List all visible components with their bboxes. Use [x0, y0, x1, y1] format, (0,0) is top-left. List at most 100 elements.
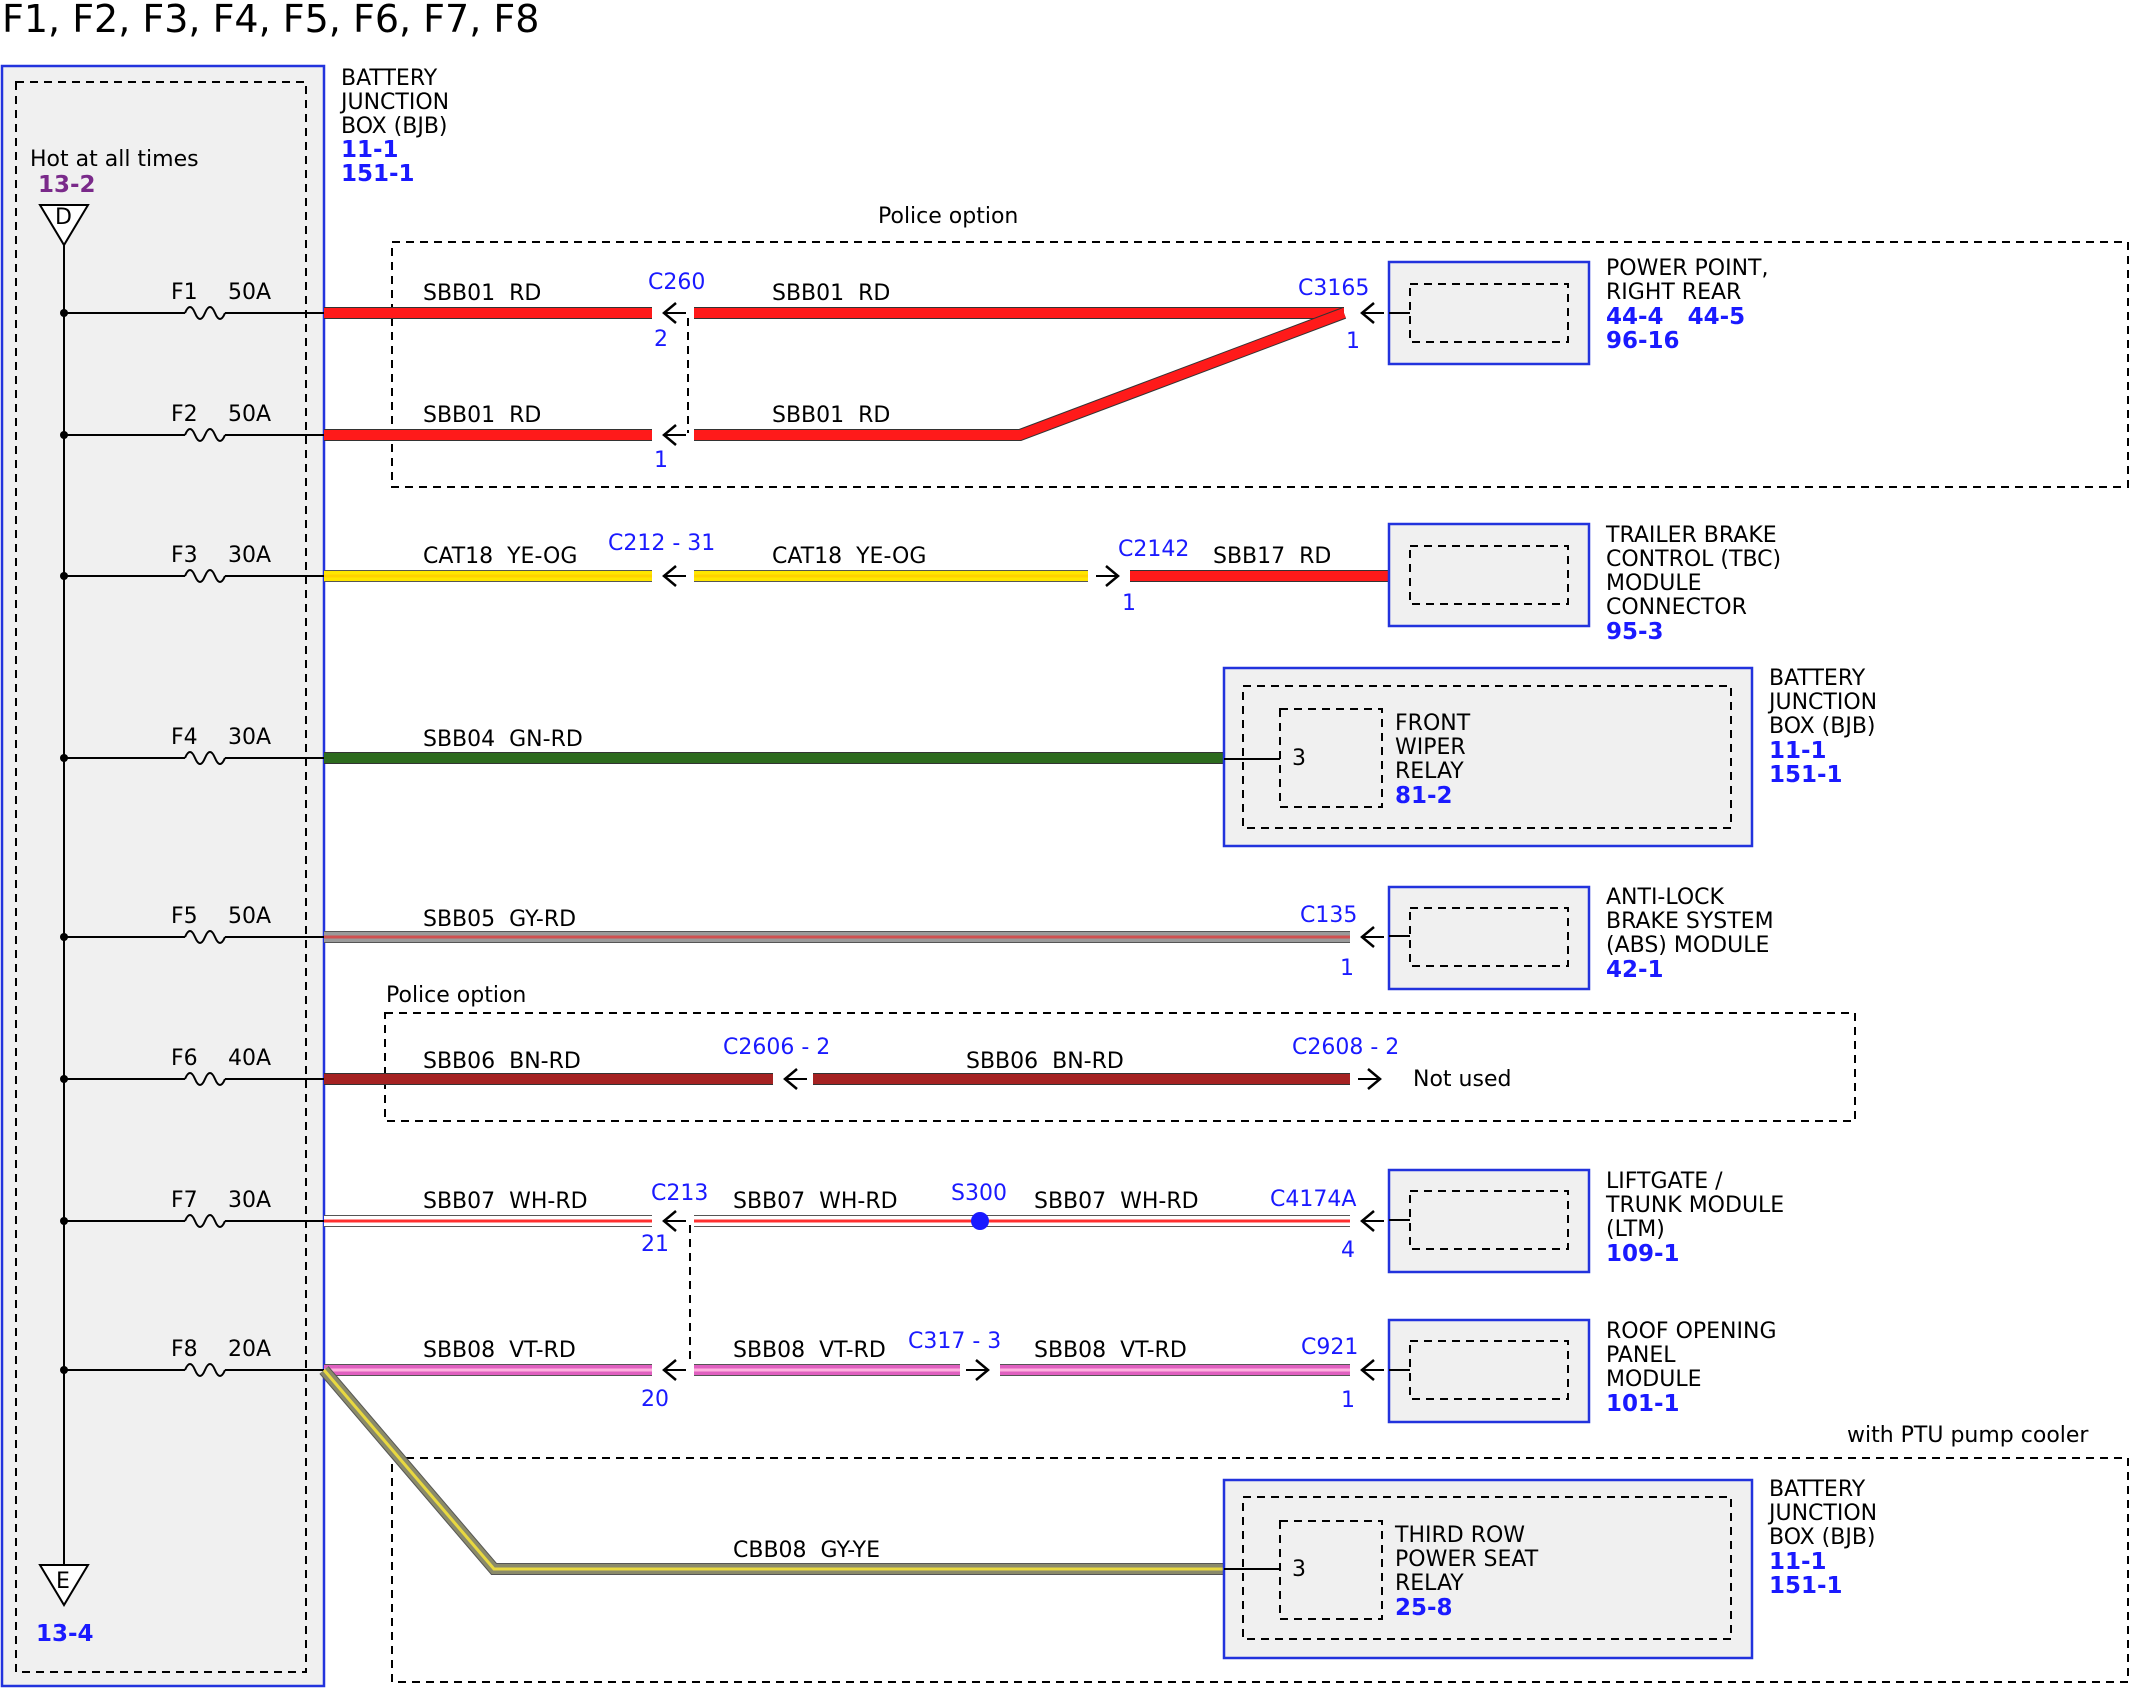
power-point-label-2: RIGHT REAR	[1606, 280, 1741, 305]
wiring-diagram: F1, F2, F3, F4, F5, F6, F7, F8 BATTERY J…	[0, 0, 2129, 1688]
bjb-seat-label-3: BOX (BJB)	[1769, 1525, 1876, 1550]
c213-pin-21: 21	[641, 1232, 669, 1257]
c135-pin: 1	[1340, 956, 1354, 981]
wire-label-f6-left: SBB06 BN-RD	[423, 1049, 581, 1074]
connector-c212[interactable]: C212 - 31	[608, 531, 715, 556]
police-option-label-1: Police option	[878, 204, 1018, 229]
connector-c2606[interactable]: C2606 - 2	[723, 1035, 830, 1060]
tbc-label-3: MODULE	[1606, 571, 1702, 596]
connector-c2142[interactable]: C2142	[1118, 537, 1189, 562]
bjb-label-line-3: BOX (BJB)	[341, 114, 448, 139]
fuse-name-f8: F8	[171, 1337, 198, 1362]
bjb-seat-label-2: JUNCTION	[1767, 1501, 1877, 1526]
wire-label-f3-a: CAT18 YE-OG	[423, 544, 577, 569]
bjb-seat-ref-1[interactable]: 11-1	[1769, 1549, 1827, 1575]
c260-pin-1: 1	[654, 448, 668, 473]
c213-pin-20: 20	[641, 1387, 669, 1412]
bottom-ref[interactable]: 13-4	[36, 1621, 94, 1647]
not-used-label: Not used	[1413, 1067, 1511, 1092]
fuse-name-f1: F1	[171, 280, 198, 305]
bjb-label-line-2: JUNCTION	[339, 90, 449, 115]
roof-label-2: PANEL	[1606, 1343, 1676, 1368]
fuse-amps-f2: 50A	[228, 402, 271, 427]
bjb-ref-1[interactable]: 11-1	[341, 137, 399, 163]
wire-label-f5: SBB05 GY-RD	[423, 907, 576, 932]
power-point-label-1: POWER POINT,	[1606, 256, 1768, 281]
connector-c135[interactable]: C135	[1300, 903, 1357, 928]
roof-label-1: ROOF OPENING	[1606, 1319, 1777, 1344]
abs-label-2: BRAKE SYSTEM	[1606, 909, 1774, 934]
fuse-amps-f7: 30A	[228, 1188, 271, 1213]
power-point-component: POWER POINT, RIGHT REAR 44-4 44-5 96-16	[1387, 256, 1768, 366]
tbc-label-4: CONNECTOR	[1606, 595, 1747, 620]
fuse-name-f2: F2	[171, 402, 198, 427]
connector-c213[interactable]: C213	[651, 1181, 708, 1206]
seat-relay-ref[interactable]: 25-8	[1395, 1595, 1453, 1621]
abs-label-3: (ABS) MODULE	[1606, 933, 1769, 958]
c921-pin: 1	[1341, 1388, 1355, 1413]
bjb-wiper-ref-2[interactable]: 151-1	[1769, 762, 1843, 788]
wire-label-f8-c: SBB08 VT-RD	[1034, 1338, 1187, 1363]
fuse-name-f3: F3	[171, 543, 198, 568]
tbc-label-2: CONTROL (TBC)	[1606, 547, 1781, 572]
connector-c317[interactable]: C317 - 3	[908, 1329, 1001, 1354]
fuse-amps-f3: 30A	[228, 543, 271, 568]
connector-c921[interactable]: C921	[1301, 1335, 1358, 1360]
bjb-wiper-label-3: BOX (BJB)	[1769, 714, 1876, 739]
abs-component: ANTI-LOCK BRAKE SYSTEM (ABS) MODULE 42-1	[1387, 885, 1774, 991]
power-point-ref-1[interactable]: 44-4 44-5	[1606, 304, 1745, 330]
fuse-amps-f8: 20A	[228, 1337, 271, 1362]
tbc-component: TRAILER BRAKE CONTROL (TBC) MODULE CONNE…	[1387, 522, 1781, 645]
wire-label-f7-c: SBB07 WH-RD	[1034, 1189, 1199, 1214]
s300-splice-dot[interactable]	[971, 1212, 989, 1230]
connector-s300[interactable]: S300	[951, 1181, 1007, 1206]
roof-ref[interactable]: 101-1	[1606, 1391, 1680, 1417]
bjb-ref-2[interactable]: 151-1	[341, 161, 415, 187]
ltm-label-2: TRUNK MODULE	[1605, 1193, 1784, 1218]
wiper-relay-label-1: FRONT	[1395, 711, 1471, 736]
bjb-wiper-ref-1[interactable]: 11-1	[1769, 738, 1827, 764]
wire-label-f2-right: SBB01 RD	[772, 403, 890, 428]
bjb-wiper-label-2: JUNCTION	[1767, 690, 1877, 715]
connector-d-label: D	[55, 205, 72, 230]
connector-c2608[interactable]: C2608 - 2	[1292, 1035, 1399, 1060]
wire-label-f2-left: SBB01 RD	[423, 403, 541, 428]
wire-label-f7-b: SBB07 WH-RD	[733, 1189, 898, 1214]
fuse-name-f4: F4	[171, 725, 198, 750]
hot-ref[interactable]: 13-2	[38, 172, 96, 198]
roof-component: ROOF OPENING PANEL MODULE 101-1	[1387, 1318, 1777, 1424]
tbc-ref[interactable]: 95-3	[1606, 619, 1664, 645]
wire-label-f8-b: SBB08 VT-RD	[733, 1338, 886, 1363]
c3165-pin: 1	[1346, 329, 1360, 354]
ltm-component: LIFTGATE / TRUNK MODULE (LTM) 109-1	[1387, 1168, 1784, 1274]
bjb-seat-label-1: BATTERY	[1769, 1477, 1866, 1502]
abs-ref[interactable]: 42-1	[1606, 957, 1664, 983]
c4174a-pin: 4	[1341, 1238, 1355, 1263]
ltm-ref[interactable]: 109-1	[1606, 1241, 1680, 1267]
bjb-seat-ref-2[interactable]: 151-1	[1769, 1573, 1843, 1599]
wire-label-f8-a: SBB08 VT-RD	[423, 1338, 576, 1363]
seat-relay-pin: 3	[1292, 1557, 1306, 1582]
connector-c4174a[interactable]: C4174A	[1270, 1187, 1356, 1212]
wire-label-f3-c: SBB17 RD	[1213, 544, 1331, 569]
wire-label-f8-ptu: CBB08 GY-YE	[733, 1538, 880, 1563]
ptu-option-label: with PTU pump cooler	[1847, 1423, 2089, 1448]
police-option-label-2: Police option	[386, 983, 526, 1008]
fuse-amps-f6: 40A	[228, 1046, 271, 1071]
bjb-label-line-1: BATTERY	[341, 66, 438, 91]
fuse-amps-f4: 30A	[228, 725, 271, 750]
wiper-relay-label-3: RELAY	[1395, 759, 1464, 784]
wire-layer	[319, 307, 1389, 1575]
wire-label-f6-right: SBB06 BN-RD	[966, 1049, 1124, 1074]
bjb-wiper-component: 3 FRONT WIPER RELAY 81-2 BATTERY JUNCTIO…	[1222, 666, 1877, 848]
bjb-seat-component: 3 THIRD ROW POWER SEAT RELAY 25-8 BATTER…	[1222, 1477, 1877, 1660]
wiper-relay-label-2: WIPER	[1395, 735, 1466, 760]
power-point-ref-2[interactable]: 96-16	[1606, 328, 1680, 354]
wiper-relay-pin: 3	[1292, 746, 1306, 771]
wiper-relay-ref[interactable]: 81-2	[1395, 783, 1453, 809]
seat-relay-label-3: RELAY	[1395, 1571, 1464, 1596]
connector-c260[interactable]: C260	[648, 270, 705, 295]
tbc-label-1: TRAILER BRAKE	[1605, 523, 1777, 548]
connector-c3165[interactable]: C3165	[1298, 276, 1369, 301]
ltm-label-3: (LTM)	[1606, 1217, 1665, 1242]
